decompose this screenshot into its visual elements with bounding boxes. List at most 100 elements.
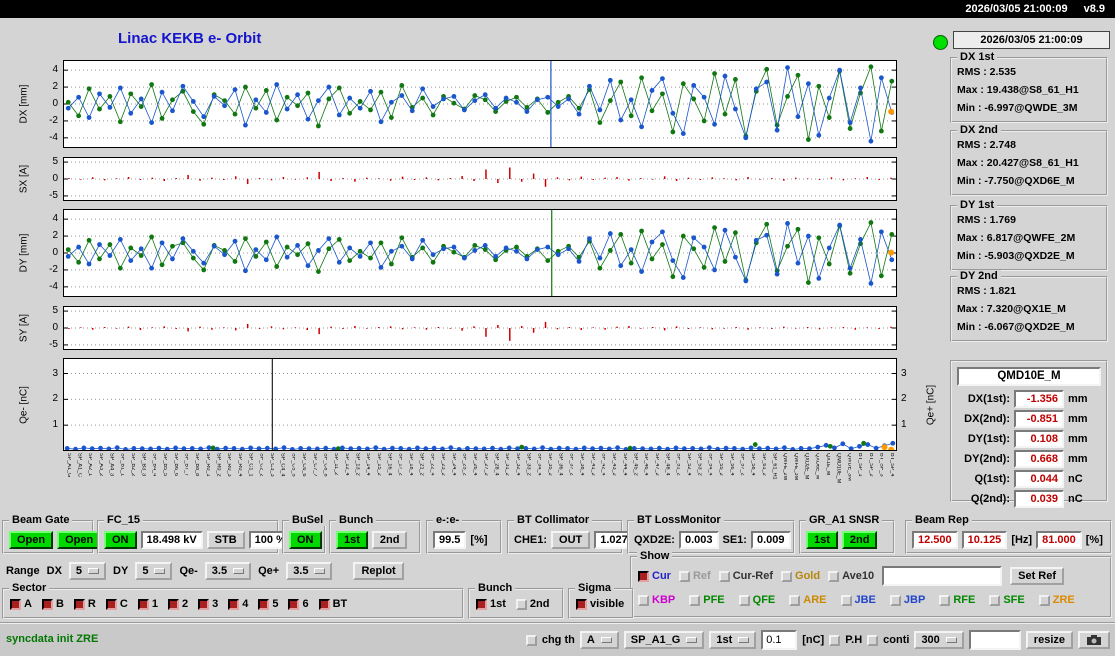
x-axis-label: SP_32_4 <box>514 453 520 476</box>
ytick-label-right-qe: 2 <box>901 392 921 406</box>
blank-field[interactable] <box>969 630 1021 650</box>
show-checkbox-cur[interactable] <box>638 571 649 582</box>
x-axis-label: SP_B2_2 <box>130 453 136 476</box>
interval-select[interactable]: 300 <box>914 631 963 649</box>
sector-item-a: A <box>10 598 32 610</box>
sector-checkbox-2[interactable] <box>168 599 179 610</box>
fc15-on-button[interactable]: ON <box>104 531 137 549</box>
show-checkbox-cur-ref[interactable] <box>719 571 730 582</box>
x-axis-label: SP_27_2 <box>482 453 488 476</box>
x-axis-label: SP_22_4 <box>429 453 435 476</box>
range-qeplus-value: 3.5 <box>293 565 308 577</box>
show-checkbox-ref[interactable] <box>679 571 690 582</box>
bunch-select-value: 1st <box>716 634 732 646</box>
resize-button[interactable]: resize <box>1026 631 1073 649</box>
show-checkbox-pfe[interactable] <box>689 595 700 606</box>
monitor-row: Q(2nd): 0.039 nC <box>952 489 1106 509</box>
sector-checkbox-6[interactable] <box>288 599 299 610</box>
fc15-stb-button[interactable]: STB <box>207 531 245 549</box>
range-qeplus-select[interactable]: 3.5 <box>286 562 332 580</box>
show-checkbox-jbe[interactable] <box>841 595 852 606</box>
axis-title-sy: SY [A] <box>19 314 30 342</box>
sector-checkbox-1[interactable] <box>138 599 149 610</box>
show-label-jbp: JBP <box>904 594 925 606</box>
show-checkbox-zre[interactable] <box>1039 595 1050 606</box>
ytick-label-dy: 2 <box>36 229 58 243</box>
status-led-icon <box>933 35 948 50</box>
monitor-row-label: Q(2nd): <box>958 493 1010 505</box>
range-dx-select[interactable]: 5 <box>69 562 106 580</box>
range-dy-select[interactable]: 5 <box>135 562 172 580</box>
beam-gate-open-button-1[interactable]: Open <box>9 531 53 549</box>
range-dy-value: 5 <box>142 565 148 577</box>
sector-checkbox-b[interactable] <box>42 599 53 610</box>
bunch-1st-button[interactable]: 1st <box>336 531 368 549</box>
bunch-checkbox-1st[interactable] <box>476 599 487 610</box>
sector-label-b: B <box>56 598 64 610</box>
x-axis-label: SP_58_4 <box>750 453 756 476</box>
sector-checkbox-bt[interactable] <box>319 599 330 610</box>
sector-checkbox-5[interactable] <box>258 599 269 610</box>
axis-title-dx: DX [mm] <box>19 85 30 124</box>
bunch-select[interactable]: 1st <box>709 631 756 649</box>
show-title: Show <box>637 550 672 562</box>
show-checkbox-gold[interactable] <box>781 571 792 582</box>
sector-checkbox-c[interactable] <box>106 599 117 610</box>
x-axis-label: SP_17_2 <box>397 453 403 476</box>
sector-label-bt: BT <box>333 598 348 610</box>
set-ref-button[interactable]: Set Ref <box>1010 567 1064 585</box>
show-item-cur-ref: Cur-Ref <box>719 570 773 582</box>
threshold-input[interactable] <box>761 630 797 650</box>
sector-checkbox-a[interactable] <box>10 599 21 610</box>
monitor-row-value: 0.108 <box>1014 430 1064 448</box>
chg-th-checkbox[interactable] <box>526 635 537 646</box>
reference-name-input[interactable] <box>882 566 1002 586</box>
beam-gate-title: Beam Gate <box>9 514 72 526</box>
stats-box-dy-1st: DY 1st RMS : 1.769 Max : 6.817@QWFE_2M M… <box>950 205 1108 271</box>
bunch-checkbox-2nd[interactable] <box>516 599 527 610</box>
x-axis-label: SP_B4_4 <box>151 453 157 476</box>
x-axis-label: QXD6E_M <box>814 453 820 479</box>
range-qeminus-label: Qe- <box>179 565 197 577</box>
bunch-item-1st: 1st <box>476 598 506 610</box>
x-axis-label: QWFE_3M <box>792 453 798 480</box>
ph-label: P.H <box>845 634 862 646</box>
gr-snsr-2nd-button[interactable]: 2nd <box>842 531 878 549</box>
stat-rms: RMS : 2.748 <box>952 136 1106 154</box>
bt-collimator-group: BT Collimator CHE1: OUT 1.027 <box>507 520 623 554</box>
x-axis-label: SP_25_2 <box>461 453 467 476</box>
beam-rep-value-2: 10.125 <box>962 531 1008 549</box>
sector-checkbox-3[interactable] <box>198 599 209 610</box>
ph-checkbox[interactable] <box>829 635 840 646</box>
sector-label-4: 4 <box>242 598 248 610</box>
show-checkbox-are[interactable] <box>789 595 800 606</box>
x-axis-label: SP_A3_2 <box>97 453 103 476</box>
show-checkbox-qfe[interactable] <box>739 595 750 606</box>
sigma-checkbox-visible[interactable] <box>576 599 587 610</box>
range-qeminus-select[interactable]: 3.5 <box>205 562 251 580</box>
sector-checkbox-4[interactable] <box>228 599 239 610</box>
conti-checkbox[interactable] <box>867 635 878 646</box>
beam-gate-open-button-2[interactable]: Open <box>57 531 101 549</box>
show-checkbox-kbp[interactable] <box>638 595 649 606</box>
gr-snsr-1st-button[interactable]: 1st <box>806 531 838 549</box>
bunch-2nd-button[interactable]: 2nd <box>372 531 408 549</box>
sector-select[interactable]: A <box>580 631 619 649</box>
lossmonitor-label-1: QXD2E: <box>634 534 675 546</box>
ee-ratio-unit: [%] <box>470 534 487 546</box>
ytick-label-sy: -5 <box>36 338 58 352</box>
bunch-label-2nd: 2nd <box>530 598 550 610</box>
snapshot-button[interactable] <box>1078 631 1110 649</box>
show-checkbox-sfe[interactable] <box>989 595 1000 606</box>
busel-on-button[interactable]: ON <box>289 531 322 549</box>
monitor-select[interactable]: SP_A1_G <box>624 631 705 649</box>
sector-checkbox-r[interactable] <box>74 599 85 610</box>
sector-title: Sector <box>9 582 49 594</box>
camera-icon <box>1086 634 1102 646</box>
show-item-qfe: QFE <box>739 594 776 606</box>
show-checkbox-jbp[interactable] <box>890 595 901 606</box>
bt-collimator-out-button[interactable]: OUT <box>551 531 590 549</box>
show-checkbox-rfe[interactable] <box>939 595 950 606</box>
replot-button[interactable]: Replot <box>353 562 403 580</box>
show-checkbox-ave10[interactable] <box>828 571 839 582</box>
